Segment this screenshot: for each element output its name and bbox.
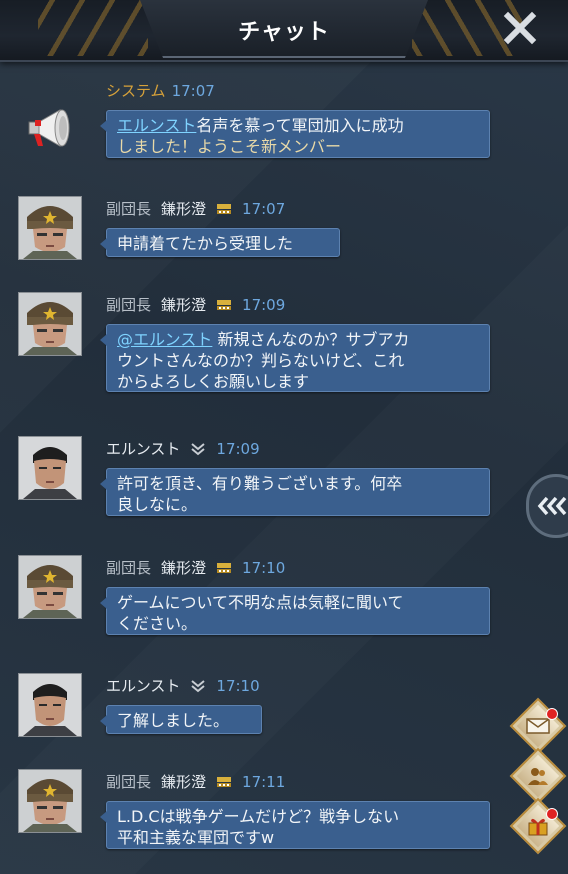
message-line: @エルンスト 新規さんなのか？サブアカ [117, 329, 479, 350]
message-text: 新規さんなのか？サブアカ [212, 330, 410, 349]
message-line: 了解しました。 [117, 711, 230, 730]
sender-name[interactable]: 鎌形澄 [161, 294, 206, 315]
message-meta: 副団長 鎌形澄 17:09 [106, 294, 285, 315]
message-time: 17:10 [216, 676, 260, 695]
gift-icon[interactable] [526, 815, 550, 837]
chevron-rank-icon [191, 679, 206, 692]
message-bubble: L.D.Cは戦争ゲームだけど？戦争しない 平和主義な軍団ですw [100, 801, 490, 849]
message-meta: エルンスト 17:09 [106, 438, 260, 459]
message-bubble: ゲームについて不明な点は気軽に聞いて ください。 [100, 587, 490, 635]
rank-badge-icon [217, 562, 232, 573]
message-time: 17:07 [242, 199, 286, 218]
user-mention-link[interactable]: エルンスト [117, 116, 196, 135]
member-role: 副団長 [106, 296, 152, 314]
officer-portrait [19, 197, 81, 259]
message-meta: 副団長 鎌形澄 17:07 [106, 198, 285, 219]
avatar[interactable] [18, 555, 82, 619]
sender-name[interactable]: 鎌形澄 [161, 557, 206, 578]
close-icon[interactable] [503, 11, 537, 45]
chevrons-left-icon[interactable] [537, 495, 568, 517]
mail-icon[interactable] [526, 717, 550, 735]
officer-portrait [19, 556, 81, 618]
avatar[interactable] [18, 436, 82, 500]
member-role: 副団長 [106, 773, 152, 791]
members-icon[interactable] [526, 765, 550, 787]
chat-header: チャット [0, 0, 568, 62]
user-mention-link[interactable]: @エルンスト [117, 330, 212, 349]
message-line: からよろしくお願いします [117, 372, 310, 391]
message-bubble: @エルンスト 新規さんなのか？サブアカ ウントさんなのか？判らないけど、これ か… [100, 324, 490, 392]
rank-badge-icon [217, 776, 232, 787]
message-bubble: 了解しました。 [100, 705, 262, 734]
rank-badge-icon [217, 299, 232, 310]
message-bubble: 許可を頂き、有り難うございます。何卒 良しなに。 [100, 468, 490, 516]
avatar[interactable] [18, 769, 82, 833]
sender-name: システム [106, 82, 166, 100]
message-line: 許可を頂き、有り難うございます。何卒 [117, 474, 403, 493]
message-meta: エルンスト 17:10 [106, 675, 260, 696]
message-line: 平和主義な軍団ですw [117, 828, 275, 847]
notification-dot [546, 808, 558, 820]
message-line: 良しなに。 [117, 495, 198, 514]
sender-name[interactable]: 鎌形澄 [161, 198, 206, 219]
message-time: 17:10 [242, 558, 286, 577]
message-time: 17:11 [242, 772, 286, 791]
message-meta: システム 17:07 [106, 80, 215, 101]
chevron-rank-icon [191, 442, 206, 455]
message-time: 17:09 [216, 439, 260, 458]
avatar[interactable] [18, 292, 82, 356]
sender-name[interactable]: エルンスト [106, 675, 180, 696]
megaphone-icon [26, 106, 76, 154]
message-bubble: 申請着てたから受理した [100, 228, 340, 257]
message-line: L.D.Cは戦争ゲームだけど？戦争しない [117, 807, 400, 826]
message-time: 17:07 [171, 81, 215, 100]
player-portrait [19, 674, 81, 736]
message-line: 申請着てたから受理した [117, 234, 294, 253]
message-meta: 副団長 鎌形澄 17:11 [106, 771, 285, 792]
message-line: ください。 [117, 614, 198, 633]
message-line: しました！ようこそ新メンバー [117, 137, 342, 156]
rank-badge-icon [217, 203, 232, 214]
message-line: エルンスト名声を慕って軍団加入に成功 [117, 115, 479, 136]
message-line: ウントさんなのか？判らないけど、これ [117, 351, 405, 370]
message-meta: 副団長 鎌形澄 17:10 [106, 557, 285, 578]
member-role: 副団長 [106, 559, 152, 577]
member-role: 副団長 [106, 200, 152, 218]
player-portrait [19, 437, 81, 499]
page-title: チャット [238, 20, 330, 45]
message-bubble: エルンスト名声を慕って軍団加入に成功 しました！ようこそ新メンバー [100, 110, 490, 158]
message-time: 17:09 [242, 295, 286, 314]
message-text: 名声を慕って軍団加入に成功 [196, 116, 404, 135]
sender-name[interactable]: エルンスト [106, 438, 180, 459]
avatar[interactable] [18, 673, 82, 737]
message-line: ゲームについて不明な点は気軽に聞いて [117, 593, 404, 612]
avatar[interactable] [18, 196, 82, 260]
sender-name[interactable]: 鎌形澄 [161, 771, 206, 792]
officer-portrait [19, 770, 81, 832]
officer-portrait [19, 293, 81, 355]
notification-dot [546, 708, 558, 720]
close-button[interactable] [500, 8, 540, 48]
